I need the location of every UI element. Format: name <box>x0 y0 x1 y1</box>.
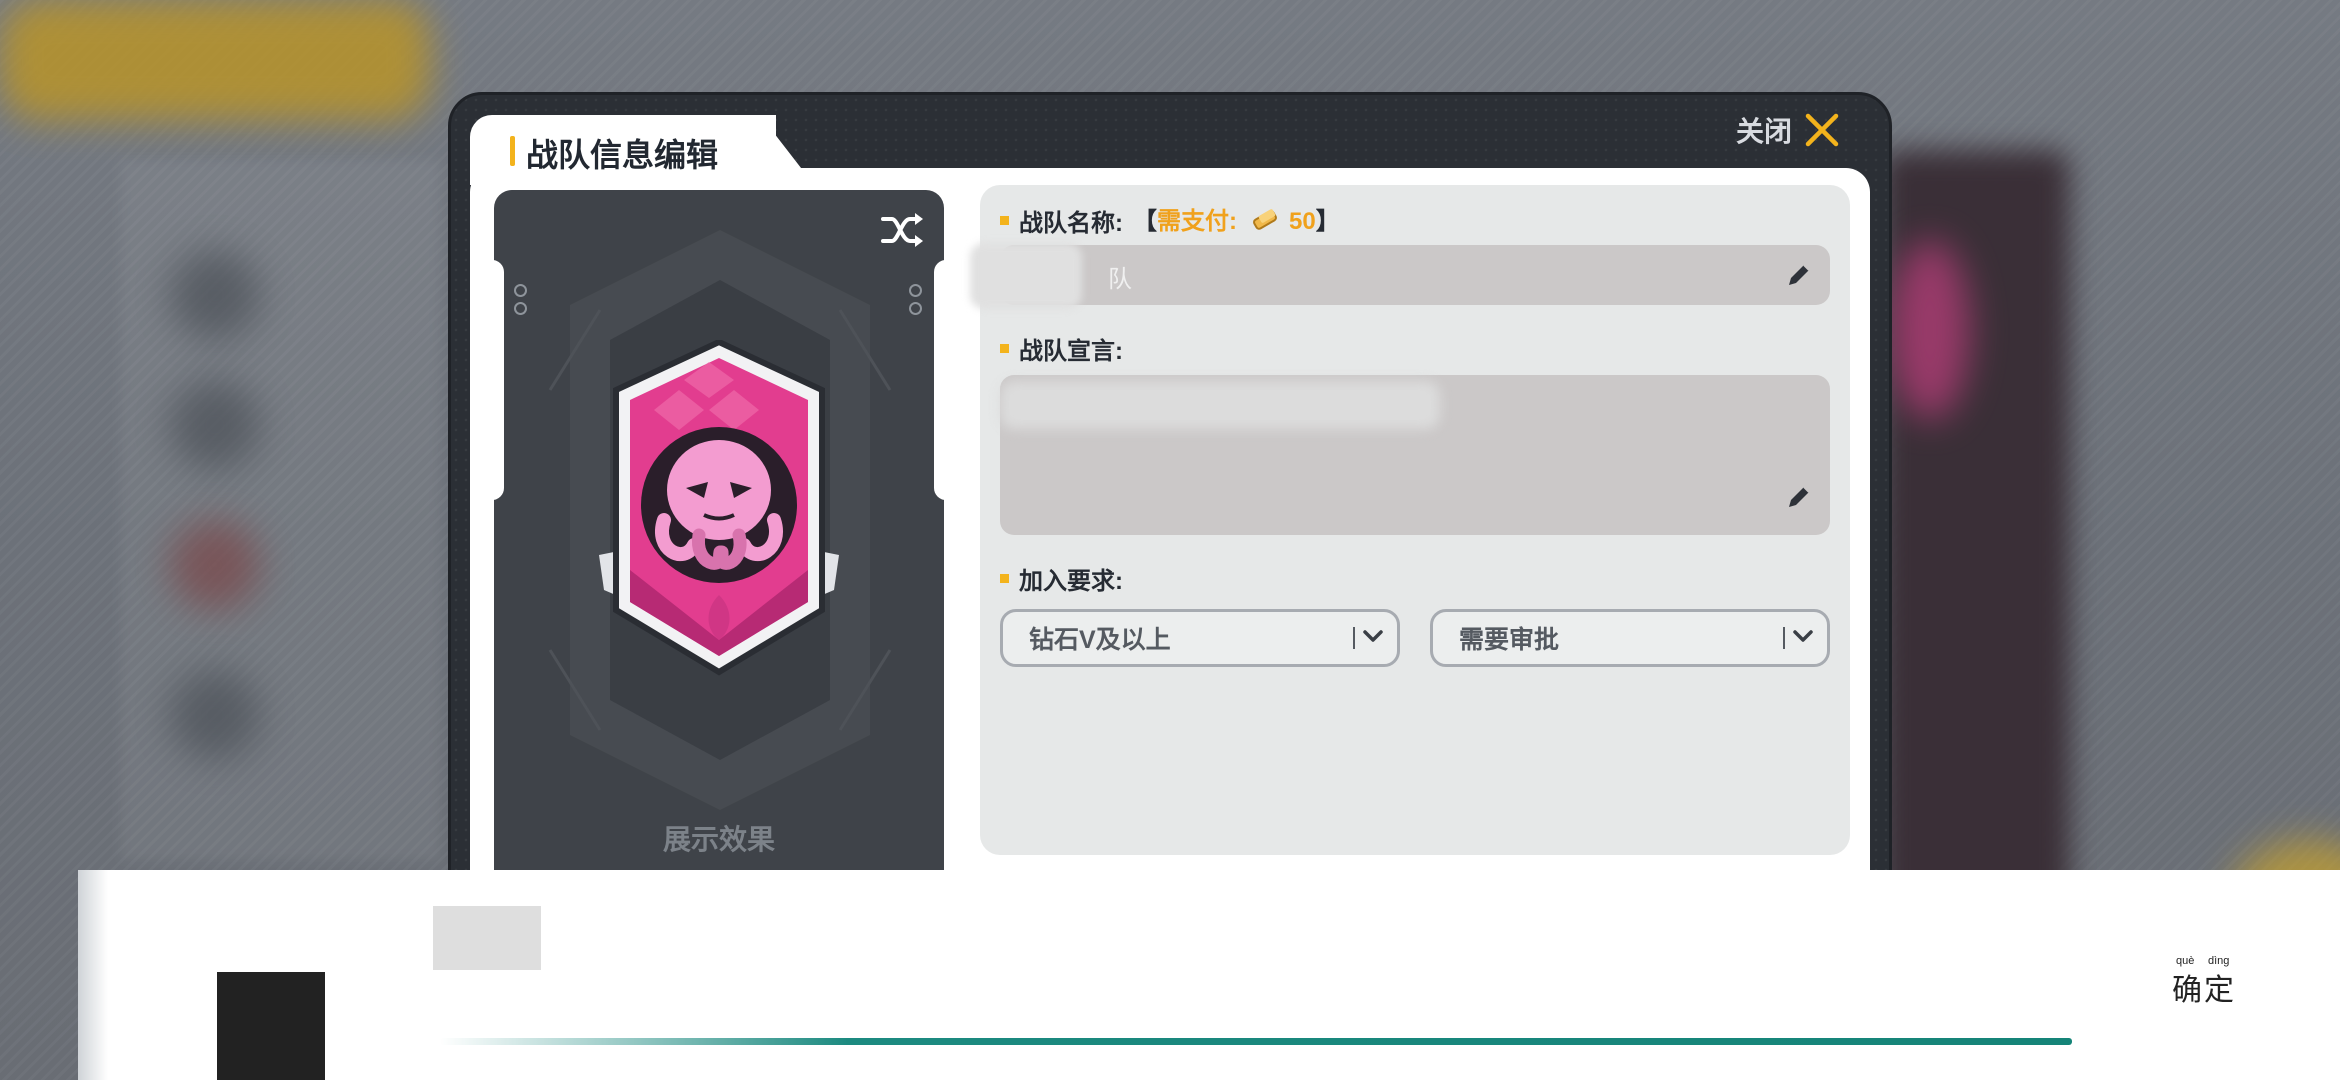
background-avatar <box>170 380 260 470</box>
pencil-icon[interactable] <box>1785 261 1813 294</box>
select-divider <box>1783 627 1785 649</box>
team-name-label: 战队名称: <box>1019 209 1123 237</box>
chevron-down-icon <box>1793 629 1813 648</box>
declaration-label: 战队宣言: <box>1019 338 1123 365</box>
approval-requirement-select[interactable]: 需要审批 <box>1430 609 1830 667</box>
confirm-char: 确 <box>2172 973 2202 1008</box>
title-tab-edge <box>760 115 808 177</box>
close-icon <box>1804 112 1840 148</box>
declaration-label-row: 战队宣言: <box>1000 331 1123 366</box>
card-notch <box>494 260 504 500</box>
background-avatar <box>170 520 260 610</box>
confirm-button[interactable]: què dìng 确 定 <box>2172 955 2236 1008</box>
card-dot <box>909 302 922 315</box>
background-avatar <box>170 250 260 340</box>
chevron-down-icon <box>1363 629 1383 648</box>
octopus-emblem-icon <box>599 340 839 676</box>
cost-bracket: 】 <box>1315 208 1340 235</box>
team-name-value: 队 <box>1108 266 1132 293</box>
rank-requirement-value: 钻石V及以上 <box>1029 626 1171 654</box>
cost-amount: 50 <box>1289 208 1316 235</box>
team-name-label-row: 战队名称: 【需支付: 50】 <box>1000 201 1340 239</box>
emblem-preview-card: 展示效果 <box>494 190 944 890</box>
bottom-overlay-bar <box>78 870 2340 1080</box>
confirm-char: 定 <box>2204 973 2234 1008</box>
redacted-overlay <box>970 243 1082 309</box>
title-accent-bar <box>510 136 515 166</box>
background-pink-art <box>1890 240 1970 420</box>
card-dot <box>514 302 527 315</box>
cost-label: 需支付: <box>1157 208 1237 235</box>
background-yellow-banner <box>0 0 430 120</box>
join-requirement-label-row: 加入要求: <box>1000 561 1123 596</box>
background-avatar <box>170 670 260 760</box>
preview-caption: 展示效果 <box>662 824 775 855</box>
name-change-cost: 【需支付: 50】 <box>1133 201 1340 239</box>
join-requirement-label: 加入要求: <box>1019 568 1123 595</box>
close-button[interactable]: 关闭 <box>1736 108 1840 152</box>
background-list <box>120 160 440 860</box>
bottom-bar-shade <box>78 870 108 1080</box>
bullet-marker <box>1000 344 1009 353</box>
coin-icon <box>1251 206 1281 239</box>
bullet-marker <box>1000 215 1009 225</box>
progress-line <box>440 1038 2072 1045</box>
team-name-input[interactable]: 队 <box>970 243 1830 309</box>
select-divider <box>1353 627 1355 649</box>
bullet-marker <box>1000 574 1009 583</box>
close-label: 关闭 <box>1736 116 1793 147</box>
redacted-block <box>217 972 325 1080</box>
redacted-block <box>433 906 541 970</box>
dialog-title: 战队信息编辑 <box>526 137 719 173</box>
card-dot <box>909 284 922 297</box>
rank-requirement-select[interactable]: 钻石V及以上 <box>1000 609 1400 667</box>
declaration-input[interactable] <box>1000 375 1830 535</box>
card-dot <box>514 284 527 297</box>
team-info-form: 战队名称: 【需支付: 50】 队 战队宣言: 加入要求: 钻石V及以上 需要审批 <box>970 185 1850 855</box>
pencil-icon[interactable] <box>1785 483 1813 516</box>
redacted-overlay <box>1000 381 1440 429</box>
cost-bracket: 【 <box>1133 208 1157 235</box>
card-notch <box>934 260 944 500</box>
approval-requirement-value: 需要审批 <box>1459 626 1560 654</box>
